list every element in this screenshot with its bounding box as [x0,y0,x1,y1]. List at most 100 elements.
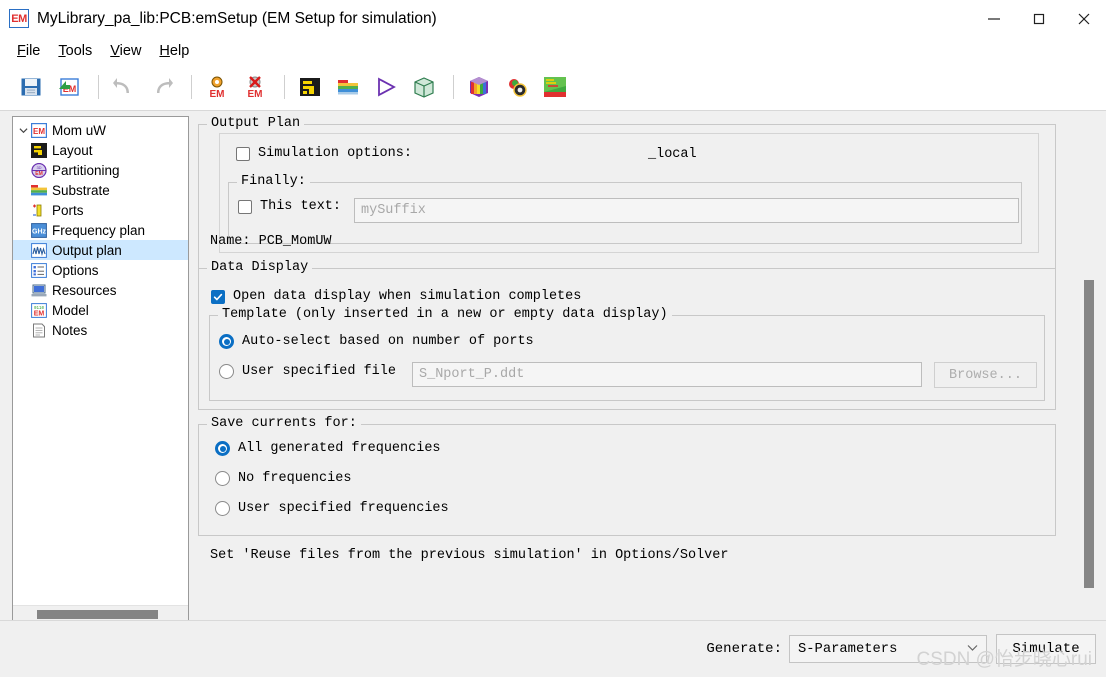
sidebar-item-ports[interactable]: Ports [13,200,188,220]
simulate-button[interactable]: Simulate [996,634,1096,664]
main-body: EM Mom uW Layout 3D EM Partitioning Subs… [0,111,1106,624]
menu-file[interactable]: FFileile [8,41,49,61]
save-all-frequencies-radio[interactable] [215,441,230,456]
maximize-button[interactable] [1016,0,1061,37]
toolbar-separator [191,75,192,99]
output-plan-inner-frame: Simulation options: _local Finally: This… [219,133,1039,253]
output-plan-icon [30,242,47,259]
generate-select[interactable]: S-Parameters [789,635,987,663]
finally-group-label: Finally: [237,174,310,189]
sidebar-item-layout[interactable]: Layout [13,140,188,160]
setup-tree-panel: EM Mom uW Layout 3D EM Partitioning Subs… [12,116,189,624]
sidebar-item-options[interactable]: Options [13,260,188,280]
tree-root-label: Mom uW [52,122,106,138]
svg-text:EM: EM [210,89,225,100]
sidebar-item-label: Notes [52,322,88,338]
layout-icon[interactable] [293,70,327,104]
menu-tools[interactable]: Tools [49,41,101,61]
cube-3d-icon[interactable] [407,70,441,104]
titlebar: EM MyLibrary_pa_lib:PCB:emSetup (EM Setu… [0,0,1106,37]
sidebar-item-label: Substrate [52,182,110,198]
model-icon: 0110 EM [30,302,47,319]
svg-text:EM: EM [33,310,44,317]
browse-button-label: Browse... [949,367,1022,383]
generate-value: S-Parameters [798,641,898,657]
save-user-frequencies-label: User specified frequencies [238,501,449,516]
sidebar-item-notes[interactable]: Notes [13,320,188,340]
options-icon [30,262,47,279]
resources-icon [30,282,47,299]
substrate-icon [30,182,47,199]
output-plan-panel: Output Plan Simulation options: _local F… [198,116,1098,620]
em-delete-icon[interactable]: EM [238,70,272,104]
em-export-icon[interactable]: EM [52,70,86,104]
close-button[interactable] [1061,0,1106,37]
rainbow-cube-icon[interactable] [462,70,496,104]
plan-name-label: Name: PCB_MomUW [210,234,332,249]
save-no-freq-row: No frequencies [215,471,351,486]
sidebar-item-label: Model [52,302,89,318]
open-data-display-checkbox[interactable] [211,289,225,304]
auto-select-radio[interactable] [219,334,234,349]
menubar: FFileile Tools View Help [0,37,1106,64]
user-file-placeholder: S_Nport_P.ddt [419,367,525,382]
this-text-checkbox[interactable] [238,199,252,214]
ports-icon [30,202,47,219]
save-no-frequencies-radio[interactable] [215,471,230,486]
save-all-freq-row: All generated frequencies [215,441,441,456]
menu-view[interactable]: View [101,41,150,61]
save-currents-group: Save currents for: All generated frequen… [198,416,1056,536]
this-text-input[interactable]: mySuffix [354,198,1019,223]
sidebar-item-partitioning[interactable]: 3D EM Partitioning [13,160,188,180]
svg-text:GHz: GHz [32,228,47,235]
sidebar-item-frequency-plan[interactable]: GHz Frequency plan [13,220,188,240]
data-display-group-label: Data Display [207,260,313,275]
undo-icon[interactable] [107,70,141,104]
content-vertical-scrollbar[interactable] [1081,271,1098,598]
window-title: MyLibrary_pa_lib:PCB:emSetup (EM Setup f… [37,9,437,27]
svg-text:3D: 3D [36,165,41,170]
simulation-options-checkbox[interactable] [236,146,250,161]
sidebar-item-model[interactable]: 0110 EM Model [13,300,188,320]
em-result-icon[interactable] [538,70,572,104]
save-no-frequencies-label: No frequencies [238,471,352,486]
user-file-input[interactable]: S_Nport_P.ddt [412,362,922,387]
save-icon[interactable] [14,70,48,104]
user-file-radio[interactable] [219,364,234,379]
bottom-bar: Generate: S-Parameters Simulate CSDN @怡步… [0,620,1106,677]
chevron-down-icon [967,642,978,657]
open-data-display-row: Open data display when simulation comple… [211,289,581,304]
reuse-files-note: Set 'Reuse files from the previous simul… [210,548,729,563]
ghz-icon: GHz [30,222,47,239]
partitioning-icon: 3D EM [30,162,47,179]
tree-scroll-thumb[interactable] [37,610,158,619]
content-scroll-thumb[interactable] [1084,280,1094,588]
auto-select-label: Auto-select based on number of ports [242,334,534,349]
user-file-row: User specified file [219,364,396,379]
simulate-play-icon[interactable] [369,70,403,104]
tree-root-mom-uw[interactable]: EM Mom uW [13,120,188,140]
setup-tree: EM Mom uW Layout 3D EM Partitioning Subs… [13,117,188,605]
redo-icon[interactable] [145,70,179,104]
chevron-down-icon[interactable] [17,126,30,135]
data-display-group: Data Display Open data display when simu… [198,260,1056,410]
gear-color-icon[interactable] [500,70,534,104]
em-setup-window: EM MyLibrary_pa_lib:PCB:emSetup (EM Setu… [0,0,1106,677]
toolbar-separator [98,75,99,99]
user-file-label: User specified file [242,364,396,379]
layout-icon [30,142,47,159]
em-setup-icon[interactable]: EM [200,70,234,104]
menu-help[interactable]: Help [150,41,198,61]
simulate-button-label: Simulate [1012,641,1080,657]
sidebar-item-resources[interactable]: Resources [13,280,188,300]
sidebar-item-label: Output plan [52,242,122,258]
save-user-frequencies-radio[interactable] [215,501,230,516]
output-plan-content: Output Plan Simulation options: _local F… [198,116,1081,620]
substrate-icon[interactable] [331,70,365,104]
browse-button[interactable]: Browse... [934,362,1037,388]
sidebar-item-output-plan[interactable]: Output plan [13,240,188,260]
window-controls [971,0,1106,37]
sidebar-item-label: Frequency plan [52,222,146,238]
minimize-button[interactable] [971,0,1016,37]
sidebar-item-substrate[interactable]: Substrate [13,180,188,200]
